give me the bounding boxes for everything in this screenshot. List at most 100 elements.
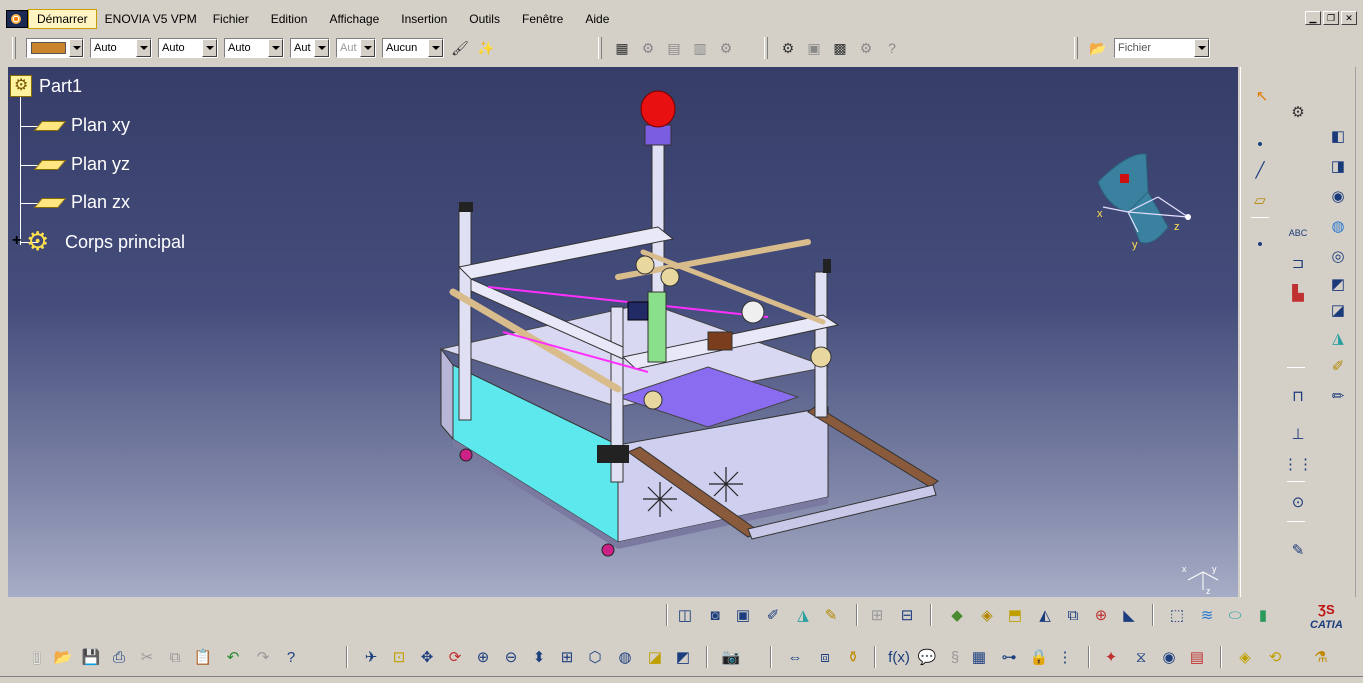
toolbar-grip[interactable] [1074,37,1078,59]
design-table-icon[interactable]: ▦ [968,646,990,668]
zoom-out-icon[interactable]: ⊖ [500,646,522,668]
point-tool-icon[interactable]: • [1249,233,1271,255]
globe-icon[interactable]: ◉ [1158,646,1180,668]
multi-view-icon[interactable]: ⊞ [556,646,578,668]
menu-outils[interactable]: Outils [461,10,508,28]
workbench-icon[interactable]: ⧖ [1130,646,1152,668]
toolbar-grip[interactable] [12,37,16,59]
parameter-icon[interactable]: ⋮ [1054,646,1076,668]
draft-icon[interactable]: ▣ [732,604,754,626]
pan-icon[interactable]: ✥ [416,646,438,668]
rib-icon[interactable]: ◩ [1327,273,1349,295]
chevron-down-icon[interactable] [1194,39,1209,57]
pad-icon[interactable]: ◧ [1327,125,1349,147]
menu-insertion[interactable]: Insertion [393,10,455,28]
view-compass[interactable]: x y z [1088,152,1198,262]
generate-icon[interactable]: ✦ [1100,646,1122,668]
menu-edition[interactable]: Edition [263,10,316,28]
minimize-button[interactable]: ▁ [1305,11,1321,25]
target-icon[interactable]: ⊕ [1090,604,1112,626]
stamp-icon[interactable]: ▙ [1287,282,1309,304]
books-icon[interactable]: ▤ [1186,646,1208,668]
rotate-icon[interactable]: ⟳ [444,646,466,668]
remove-face-icon[interactable]: ✎ [820,604,842,626]
lock-icon[interactable]: 🔒 [1028,646,1050,668]
machine-3d-model[interactable] [8,67,1238,597]
chevron-down-icon[interactable] [68,39,83,57]
measure-icon[interactable]: ⊙ [1287,491,1309,513]
toolbar-grip[interactable] [764,37,768,59]
knowledge-gear-icon[interactable]: ⚙ [778,38,798,58]
layer-combo[interactable]: Aucun [382,38,444,58]
close-button[interactable]: ✕ [1341,11,1357,25]
formula-icon[interactable]: f(x) [888,646,910,668]
chamfer-icon[interactable]: ◙ [704,604,726,626]
menu-aide[interactable]: Aide [577,10,617,28]
apply-icon[interactable]: ◈ [1234,646,1256,668]
chevron-down-icon[interactable] [314,39,329,57]
measure-item-icon[interactable]: ⧈ [814,646,836,668]
thick-surface-icon[interactable]: ◈ [976,604,998,626]
transparency-combo[interactable]: Auto [90,38,152,58]
chevron-down-icon[interactable] [136,39,151,57]
thread-icon[interactable]: ✏ [1327,385,1349,407]
undo-icon[interactable]: ↶ [222,646,244,668]
save-icon[interactable]: 💾 [80,646,102,668]
line-thickness-combo[interactable]: Auto [158,38,218,58]
menu-demarrer[interactable]: Démarrer [28,9,97,29]
constraint-icon[interactable]: ⊓ [1287,385,1309,407]
menu-fichier[interactable]: Fichier [205,10,257,28]
file-combo[interactable]: Fichier [1114,38,1210,58]
whats-this-icon[interactable]: ? [280,646,302,668]
inertia-icon[interactable]: ⚱ [842,646,864,668]
zoom-in-icon[interactable]: ⊕ [472,646,494,668]
3d-viewport[interactable]: Part1 Plan xy Plan yz Plan zx + ⚙ Corps … [8,67,1238,597]
shading-icon[interactable]: ◍ [614,646,636,668]
check-pattern-icon[interactable]: ▩ [830,38,850,58]
fly-mode-icon[interactable]: ✈ [360,646,382,668]
line-type-combo[interactable]: Auto [224,38,284,58]
open-folder-icon[interactable]: 📂 [1088,38,1108,58]
menu-affichage[interactable]: Affichage [321,10,387,28]
tools-gear-icon[interactable]: ⚙ [1287,101,1309,123]
close-surface-icon[interactable]: ⬒ [1004,604,1026,626]
select-arrow-icon[interactable]: ↖ [1251,85,1273,107]
pattern-grid-icon[interactable]: ⋮⋮ [1283,453,1313,475]
anchor-icon[interactable]: ⊥ [1287,423,1309,445]
edit-sketch-icon[interactable]: ✎ [1287,539,1309,561]
open-icon[interactable]: 📂 [52,646,74,668]
annotation-abc-icon[interactable]: ABC [1287,222,1309,244]
fit-all-icon[interactable]: ⊡ [388,646,410,668]
shaft-icon[interactable]: ◉ [1327,185,1349,207]
iso-view-icon[interactable]: ⬡ [584,646,606,668]
flag-note-icon[interactable]: ⊐ [1287,252,1309,274]
sew-surface-icon[interactable]: ◭ [1034,604,1056,626]
fill-color-combo[interactable] [26,38,84,58]
point-icon[interactable]: • [1249,133,1271,155]
properties-wand-icon[interactable]: ✨ [476,38,496,58]
toolbar-grip[interactable] [598,37,602,59]
comment-icon[interactable]: 💬 [916,646,938,668]
capture-camera-icon[interactable]: 📷 [720,646,742,668]
point-symbol-combo[interactable]: Aut [290,38,330,58]
apply-material-icon[interactable]: ≋ [1196,604,1218,626]
mirror-icon[interactable]: ⊟ [896,604,918,626]
eraser-icon[interactable]: ⬭ [1224,604,1246,626]
paste-icon[interactable]: 📋 [192,646,214,668]
chevron-down-icon[interactable] [202,39,217,57]
restore-button[interactable]: ❐ [1323,11,1339,25]
menu-enovia[interactable]: ENOVIA V5 VPM [97,10,205,28]
material-icon[interactable]: ⬚ [1166,604,1188,626]
catalog-icon[interactable]: ▦ [612,38,632,58]
shell-icon[interactable]: ✐ [762,604,784,626]
stiffener-icon[interactable]: ◮ [1327,327,1349,349]
hide-show-icon[interactable]: ◪ [644,646,666,668]
groove-icon[interactable]: ◍ [1327,215,1349,237]
law-icon[interactable]: ⊶ [998,646,1020,668]
menu-fenetre[interactable]: Fenêtre [514,10,571,28]
loft-icon[interactable]: ✐ [1327,355,1349,377]
boolean-icon[interactable]: ⧉ [1062,604,1084,626]
right-scrollbar[interactable] [1355,67,1363,597]
body-insert-icon[interactable]: ◣ [1118,604,1140,626]
print-icon[interactable]: ⎙ [108,646,130,668]
